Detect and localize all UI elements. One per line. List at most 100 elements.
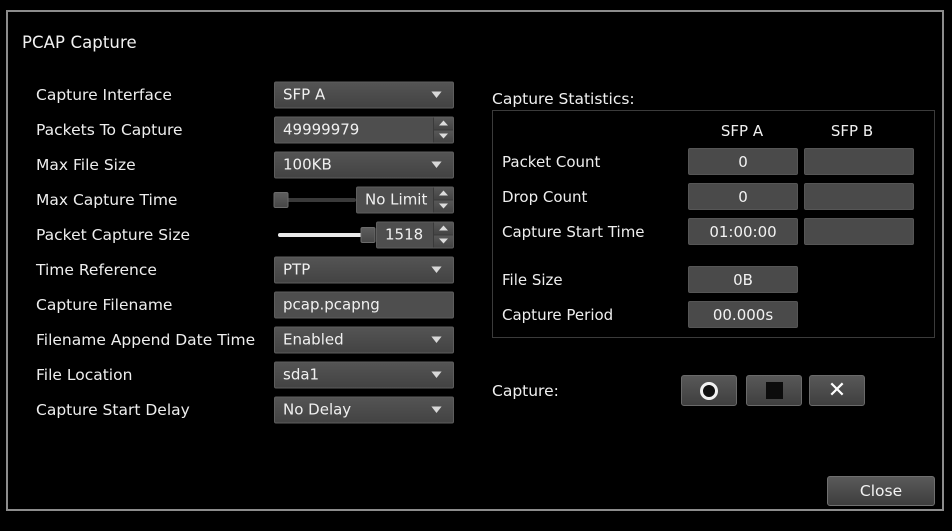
capture-controls-label: Capture: <box>492 382 559 400</box>
form-row-capture-filename: Capture Filename pcap.pcapng <box>8 287 468 322</box>
cancel-capture-button[interactable]: ✕ <box>809 375 865 406</box>
combo-value-filename-append-date-time: Enabled <box>283 330 344 349</box>
chevron-down-icon <box>431 161 442 168</box>
stats-column-header-sfp-a: SFP A <box>720 122 764 140</box>
label-capture-filename: Capture Filename <box>36 295 173 314</box>
spinner-max-capture-time[interactable]: No Limit <box>356 186 454 213</box>
form-row-capture-interface: Capture Interface SFP A <box>8 77 468 112</box>
stats-column-header-sfp-b: SFP B <box>830 122 874 140</box>
spinner-value-max-capture-time: No Limit <box>365 190 428 209</box>
triangle-up-icon <box>439 190 448 196</box>
spinner-packet-capture-size[interactable]: 1518 <box>376 221 454 248</box>
form-row-max-capture-time: Max Capture Time No Limit <box>8 182 468 217</box>
stats-row-packet-count: Packet Count 0 <box>493 148 934 175</box>
dialog-title: PCAP Capture <box>22 33 137 52</box>
chevron-down-icon <box>431 406 442 413</box>
combo-value-capture-start-delay: No Delay <box>283 400 352 419</box>
input-value-capture-filename: pcap.pcapng <box>283 295 380 314</box>
combo-file-location[interactable]: sda1 <box>274 361 454 388</box>
label-capture-start-delay: Capture Start Delay <box>36 400 190 419</box>
label-packets-to-capture: Packets To Capture <box>36 120 183 139</box>
stats-label-capture-period: Capture Period <box>502 305 614 324</box>
stats-row-drop-count: Drop Count 0 <box>493 183 934 210</box>
spinner-up-button-pkt-size[interactable] <box>434 222 453 235</box>
triangle-down-icon <box>439 238 448 244</box>
close-button[interactable]: Close <box>827 476 935 506</box>
chevron-down-icon <box>431 371 442 378</box>
capture-statistics-panel: SFP A SFP B Packet Count 0 Drop Count 0 … <box>492 110 935 338</box>
label-file-location: File Location <box>36 365 133 384</box>
stats-value-packet-count-sfp-b <box>804 148 914 175</box>
form-row-capture-start-delay: Capture Start Delay No Delay <box>8 392 468 427</box>
spinner-up-button-max-time[interactable] <box>434 187 453 200</box>
form-row-max-file-size: Max File Size 100KB <box>8 147 468 182</box>
capture-statistics-caption: Capture Statistics: <box>492 90 635 108</box>
combo-value-time-reference: PTP <box>283 260 311 279</box>
stats-row-capture-start-time: Capture Start Time 01:00:00 <box>493 218 934 245</box>
triangle-up-icon <box>439 120 448 126</box>
stats-value-drop-count-sfp-a: 0 <box>688 183 798 210</box>
form-row-packet-capture-size: Packet Capture Size 1518 <box>8 217 468 252</box>
combo-value-max-file-size: 100KB <box>283 155 332 174</box>
settings-form: Capture Interface SFP A Packets To Captu… <box>8 77 468 427</box>
record-icon <box>700 381 718 400</box>
combo-capture-interface[interactable]: SFP A <box>274 81 454 108</box>
spinner-value-packets-to-capture: 49999979 <box>283 120 360 139</box>
label-capture-interface: Capture Interface <box>36 85 172 104</box>
spinner-down-button-max-time[interactable] <box>434 200 453 212</box>
stats-value-capture-start-time-sfp-a: 01:00:00 <box>688 218 798 245</box>
stats-label-file-size: File Size <box>502 270 563 289</box>
combo-capture-start-delay[interactable]: No Delay <box>274 396 454 423</box>
combo-max-file-size[interactable]: 100KB <box>274 151 454 178</box>
slider-track-packet-capture-size <box>278 226 376 243</box>
spinner-down-button-packets[interactable] <box>434 130 453 142</box>
spinner-packets-to-capture[interactable]: 49999979 <box>274 116 454 143</box>
chevron-down-icon <box>431 91 442 98</box>
slider-handle-max-capture-time[interactable] <box>273 191 289 208</box>
slider-packet-capture-size[interactable] <box>278 225 376 245</box>
stop-icon <box>765 382 783 399</box>
stats-row-capture-period: Capture Period 00.000s <box>493 301 934 328</box>
spinner-down-button-pkt-size[interactable] <box>434 235 453 247</box>
triangle-down-icon <box>439 133 448 139</box>
chevron-down-icon <box>431 336 442 343</box>
form-row-packets-to-capture: Packets To Capture 49999979 <box>8 112 468 147</box>
chevron-down-icon <box>431 266 442 273</box>
stats-value-file-size: 0B <box>688 266 798 293</box>
input-capture-filename[interactable]: pcap.pcapng <box>274 291 454 318</box>
slider-fill-packet-capture-size <box>278 232 372 237</box>
stats-value-capture-period: 00.000s <box>688 301 798 328</box>
stats-value-drop-count-sfp-b <box>804 183 914 210</box>
stats-row-file-size: File Size 0B <box>493 266 934 293</box>
stop-button[interactable] <box>746 375 802 406</box>
label-filename-append-date-time: Filename Append Date Time <box>36 330 256 349</box>
label-max-file-size: Max File Size <box>36 155 136 174</box>
combo-filename-append-date-time[interactable]: Enabled <box>274 326 454 353</box>
combo-value-capture-interface: SFP A <box>283 85 326 104</box>
stats-label-capture-start-time: Capture Start Time <box>502 222 645 241</box>
stats-value-packet-count-sfp-a: 0 <box>688 148 798 175</box>
label-time-reference: Time Reference <box>36 260 157 279</box>
slider-track-max-capture-time <box>273 191 356 208</box>
pcap-capture-dialog: PCAP Capture Capture Interface SFP A Pac… <box>6 10 944 511</box>
slider-max-capture-time[interactable] <box>273 190 356 210</box>
spinner-up-button-packets[interactable] <box>434 117 453 130</box>
record-button[interactable] <box>681 375 737 406</box>
combo-value-file-location: sda1 <box>283 365 320 384</box>
label-packet-capture-size: Packet Capture Size <box>36 225 191 244</box>
form-row-filename-append-date-time: Filename Append Date Time Enabled <box>8 322 468 357</box>
spinner-buttons-max-capture-time <box>433 187 453 212</box>
triangle-up-icon <box>439 225 448 231</box>
combo-time-reference[interactable]: PTP <box>274 256 454 283</box>
spinner-buttons-packets-to-capture <box>433 117 453 142</box>
slider-handle-packet-capture-size[interactable] <box>360 226 376 243</box>
stats-label-packet-count: Packet Count <box>502 152 601 171</box>
form-row-time-reference: Time Reference PTP <box>8 252 468 287</box>
label-max-capture-time: Max Capture Time <box>36 190 178 209</box>
spinner-buttons-packet-capture-size <box>433 222 453 247</box>
spinner-value-packet-capture-size: 1518 <box>385 225 424 244</box>
stats-value-capture-start-time-sfp-b <box>804 218 914 245</box>
form-row-file-location: File Location sda1 <box>8 357 468 392</box>
close-x-icon: ✕ <box>827 377 847 403</box>
stats-label-drop-count: Drop Count <box>502 187 588 206</box>
